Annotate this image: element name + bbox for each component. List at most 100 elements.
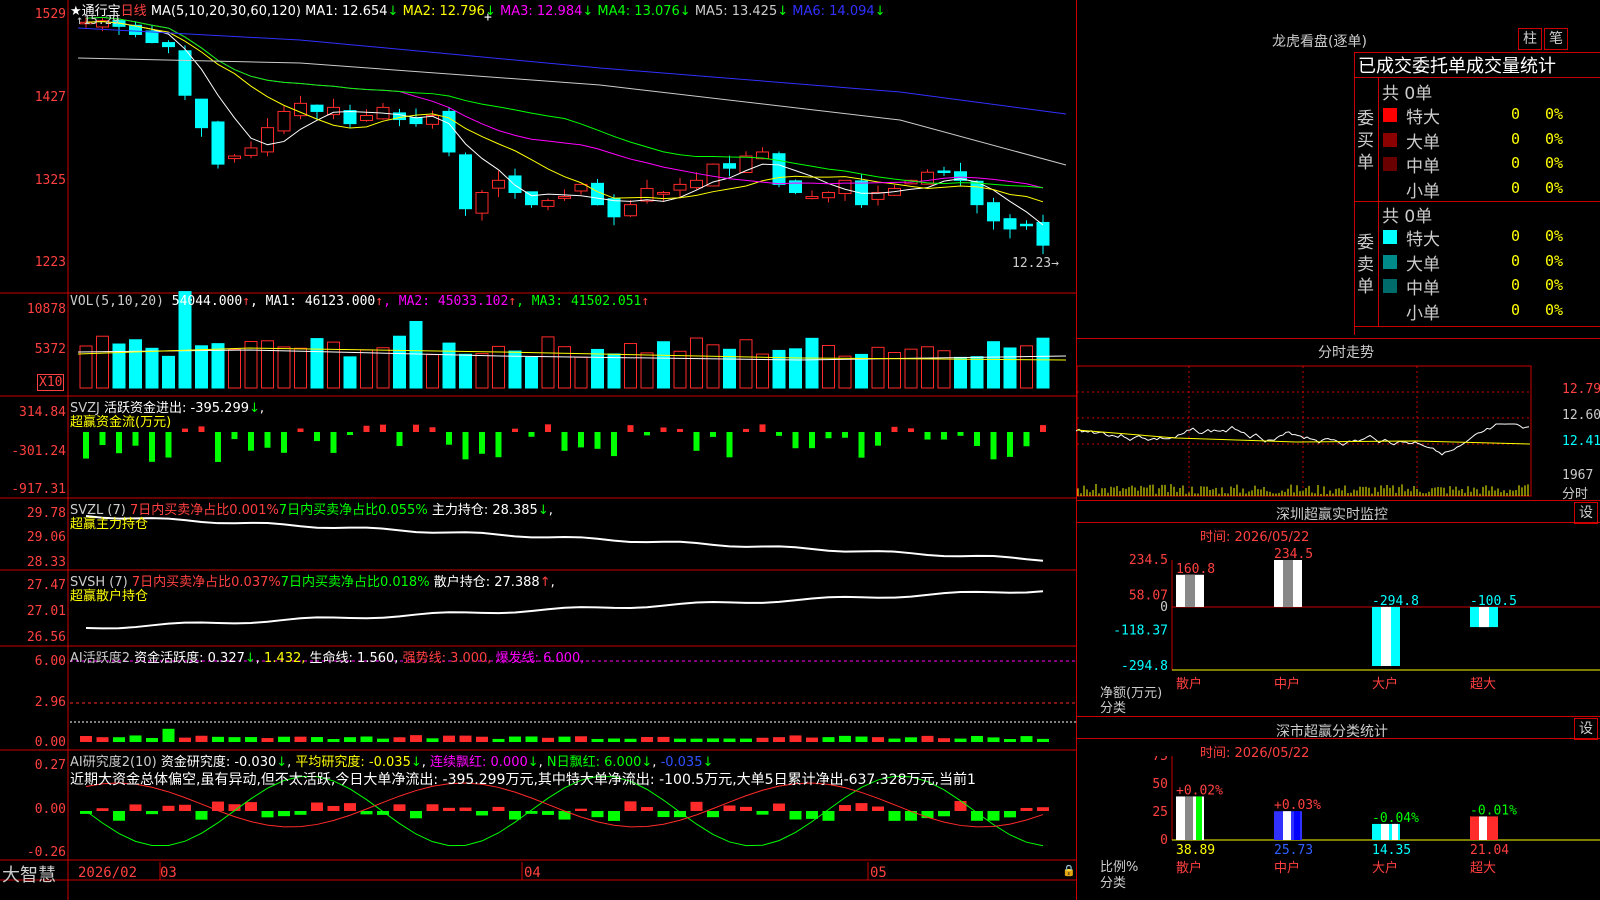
- research-bar: [987, 811, 1000, 821]
- activity-bar: [443, 735, 455, 742]
- volume-bar: [789, 348, 802, 389]
- y-tick: 0.00: [34, 802, 66, 817]
- research-bar: [641, 807, 653, 811]
- fund-flow-bar: [528, 432, 535, 437]
- research-bar: [476, 811, 488, 816]
- y-tick: 5372: [34, 342, 66, 357]
- activity-bar: [723, 738, 736, 742]
- candle-body: [1036, 221, 1050, 246]
- fl-category: 中户: [1274, 860, 1300, 876]
- candle-body: [261, 127, 274, 153]
- legend-swatch: [1383, 181, 1397, 196]
- candle-body: [228, 155, 241, 160]
- activity-bar: [294, 736, 307, 742]
- y-tick: 1325: [34, 173, 66, 188]
- sell-total: 共 0单: [1382, 207, 1433, 227]
- activity-bar: [195, 735, 208, 742]
- order-row-pct: 0%: [1545, 251, 1564, 270]
- candle-body: [805, 196, 819, 200]
- fl-y-tick: 0: [1160, 833, 1168, 848]
- sz-bar-highlight: [1185, 574, 1195, 607]
- activity-bar: [212, 736, 224, 742]
- research-bar: [624, 801, 637, 811]
- fund-flow-bar: [83, 432, 89, 459]
- candle-body: [508, 175, 522, 193]
- lock-icon[interactable]: 🔒: [1062, 864, 1076, 877]
- y-tick: -301.24: [11, 444, 66, 459]
- legend-swatch: [1383, 230, 1397, 244]
- y-tick: 1427: [34, 90, 66, 105]
- activity-bar: [954, 738, 967, 742]
- column-view-button[interactable]: 柱: [1518, 28, 1542, 50]
- volume-bar: [772, 349, 786, 389]
- ma-line: [85, 16, 1044, 189]
- candle-body: [475, 191, 489, 214]
- volume-bar: [673, 350, 687, 389]
- legend-swatch: [1383, 132, 1397, 147]
- activity-bar: [1020, 736, 1033, 742]
- fl-y-tick: 25: [1152, 805, 1168, 820]
- fund-flow-bar: [1023, 432, 1030, 447]
- order-row-count: 0: [1510, 300, 1520, 319]
- activity-bar: [129, 735, 142, 742]
- candle-body: [624, 204, 637, 217]
- volume-bar: [822, 344, 835, 389]
- fund-flow-bar: [149, 432, 155, 462]
- fund-flow-bar: [660, 427, 667, 432]
- volume-bar: [723, 348, 736, 389]
- activity-bar: [245, 737, 257, 742]
- y-tick: 314.84: [19, 405, 66, 420]
- vol-unit-badge[interactable]: X10: [37, 374, 65, 391]
- ma-line: [77, 57, 1067, 166]
- order-row-count: 0: [1510, 129, 1520, 148]
- activity-bar: [278, 736, 290, 742]
- period-label[interactable]: 日线: [121, 4, 147, 19]
- research-bar: [1020, 807, 1033, 811]
- y-tick: 28.33: [26, 555, 66, 570]
- intraday-chart[interactable]: [1076, 362, 1600, 500]
- sz-settings-button[interactable]: 设: [1574, 502, 1598, 524]
- candle-body: [492, 179, 505, 189]
- research-bar: [938, 811, 950, 817]
- legend-swatch: [1383, 254, 1397, 269]
- volume-bar: [607, 353, 621, 389]
- sz-category: 散户: [1176, 676, 1202, 692]
- y-tick: 26.56: [26, 630, 66, 645]
- candle-body: [360, 114, 373, 121]
- fl-y-tick: 50: [1152, 777, 1168, 792]
- fl-bar-highlight: [1283, 811, 1291, 840]
- fund-flow-bar: [561, 432, 568, 451]
- activity-bar: [707, 738, 719, 742]
- research-bar: [756, 811, 769, 815]
- order-row-label: 大单: [1406, 254, 1440, 275]
- fund-flow-bar: [759, 424, 766, 432]
- activity-bar: [740, 738, 752, 742]
- tick-view-button[interactable]: 笔: [1544, 28, 1568, 50]
- fl-settings-button[interactable]: 设: [1574, 718, 1598, 740]
- ma-line: [77, 27, 1067, 115]
- date-label: 2026/02: [78, 865, 138, 881]
- candle-body: [409, 117, 423, 125]
- research-bar: [162, 805, 175, 811]
- research-bar: [542, 811, 554, 815]
- research-bar: [294, 811, 307, 815]
- research-bar: [360, 811, 373, 815]
- volume-bar: [739, 339, 753, 389]
- volume-bar: [937, 350, 951, 389]
- retail-holding-line: [85, 590, 1044, 630]
- ai1-header: AI活跃度2 资金活跃度: 0.327↓, 1.432, 生命线: 1.560,…: [70, 651, 585, 666]
- candle-body: [739, 155, 753, 173]
- y-tick: 1529: [34, 7, 66, 22]
- ai2-header: AI研究度2(10) 资金研究度: -0.030↓, 平均研究度: -0.035…: [70, 755, 714, 770]
- candle-body: [706, 163, 720, 187]
- activity-bar: [311, 737, 323, 742]
- research-bar: [1037, 807, 1049, 811]
- cursor-cross-icon: +: [484, 10, 492, 25]
- fund-flow-bar: [957, 432, 964, 436]
- y-tick: 29.06: [26, 530, 66, 545]
- activity-bar: [624, 738, 637, 742]
- volume-bar: [492, 345, 505, 389]
- activity-bar: [96, 737, 109, 742]
- fund-flow-bar: [726, 432, 733, 458]
- fund-flow-bar: [215, 432, 221, 462]
